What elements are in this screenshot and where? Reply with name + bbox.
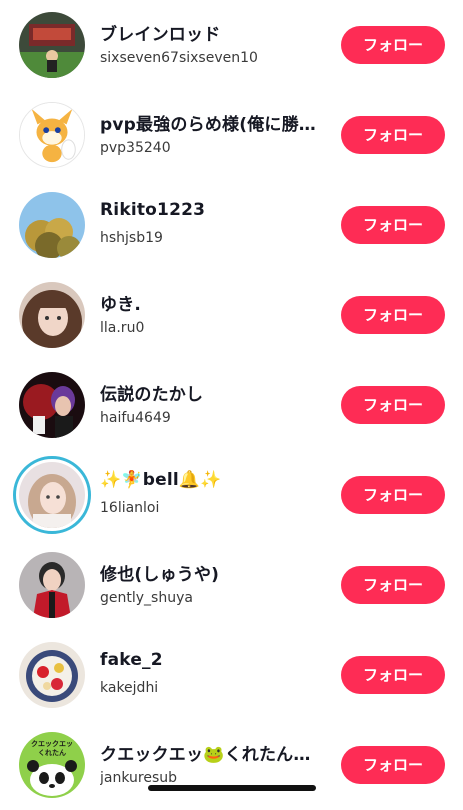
user-name[interactable]: ✨🧚bell🔔✨ — [100, 470, 322, 490]
avatar[interactable] — [19, 102, 85, 168]
avatar[interactable] — [19, 282, 85, 348]
user-handle: kakejdhi — [100, 680, 159, 696]
follow-button[interactable]: フォロー — [341, 116, 445, 154]
avatar-text: くれたん — [38, 748, 66, 757]
user-name[interactable]: ブレインロッド — [100, 20, 322, 45]
follow-button[interactable]: フォロー — [341, 476, 445, 514]
list-item[interactable]: クエックエッ くれたん クエックエッ🐸くれたん… jankuresub フォロー — [0, 720, 463, 810]
follow-button[interactable]: フォロー — [341, 566, 445, 604]
user-handle: pvp35240 — [100, 140, 171, 156]
user-handle: gently_shuya — [100, 590, 193, 606]
list-item[interactable]: ✨🧚bell🔔✨ 16lianloi フォロー — [0, 450, 463, 540]
follow-button[interactable]: フォロー — [341, 296, 445, 334]
user-handle: lla.ru0 — [100, 320, 145, 336]
user-handle: haifu4649 — [100, 410, 171, 426]
avatar[interactable] — [19, 642, 85, 708]
follow-button[interactable]: フォロー — [341, 26, 445, 64]
list-item[interactable]: Rikito1223 hshjsb19 フォロー — [0, 180, 463, 270]
list-item[interactable]: ゆき. lla.ru0 フォロー — [0, 270, 463, 360]
list-item[interactable]: pvp最強のらめ様(俺に勝… pvp35240 フォロー — [0, 90, 463, 180]
user-name[interactable]: クエックエッ🐸くれたん… — [100, 740, 322, 765]
follow-button[interactable]: フォロー — [341, 206, 445, 244]
user-name[interactable]: pvp最強のらめ様(俺に勝… — [100, 110, 322, 135]
user-handle: 16lianloi — [100, 500, 160, 516]
avatar[interactable] — [19, 372, 85, 438]
avatar-image — [19, 462, 85, 528]
avatar-image — [19, 282, 85, 348]
user-name[interactable]: 伝説のたかし — [100, 380, 322, 405]
list-item[interactable]: ブレインロッド sixseven67sixseven10 フォロー — [0, 0, 463, 90]
avatar-story-ring[interactable] — [13, 456, 91, 534]
follow-button[interactable]: フォロー — [341, 656, 445, 694]
avatar-image — [19, 372, 85, 438]
follow-button[interactable]: フォロー — [341, 746, 445, 784]
follow-button[interactable]: フォロー — [341, 386, 445, 424]
user-name[interactable]: 修也(しゅうや) — [100, 560, 322, 585]
avatar[interactable] — [19, 192, 85, 258]
avatar-image — [20, 103, 84, 167]
avatar[interactable] — [19, 552, 85, 618]
user-handle: sixseven67sixseven10 — [100, 50, 258, 66]
list-item[interactable]: 伝説のたかし haifu4649 フォロー — [0, 360, 463, 450]
user-handle: jankuresub — [100, 770, 178, 786]
home-indicator — [148, 785, 316, 791]
avatar-image — [19, 552, 85, 618]
avatar-text: クエックエッ — [31, 739, 73, 748]
avatar-image — [19, 642, 85, 708]
avatar-image — [19, 192, 85, 258]
list-item[interactable]: fake_2 kakejdhi フォロー — [0, 630, 463, 720]
user-handle: hshjsb19 — [100, 230, 163, 246]
avatar-image: クエックエッ くれたん — [19, 732, 85, 798]
avatar[interactable] — [19, 12, 85, 78]
user-name[interactable]: Rikito1223 — [100, 200, 322, 220]
user-name[interactable]: ゆき. — [100, 290, 322, 315]
user-name[interactable]: fake_2 — [100, 650, 322, 670]
avatar-image — [19, 12, 85, 78]
list-item[interactable]: 修也(しゅうや) gently_shuya フォロー — [0, 540, 463, 630]
avatar[interactable]: クエックエッ くれたん — [19, 732, 85, 798]
